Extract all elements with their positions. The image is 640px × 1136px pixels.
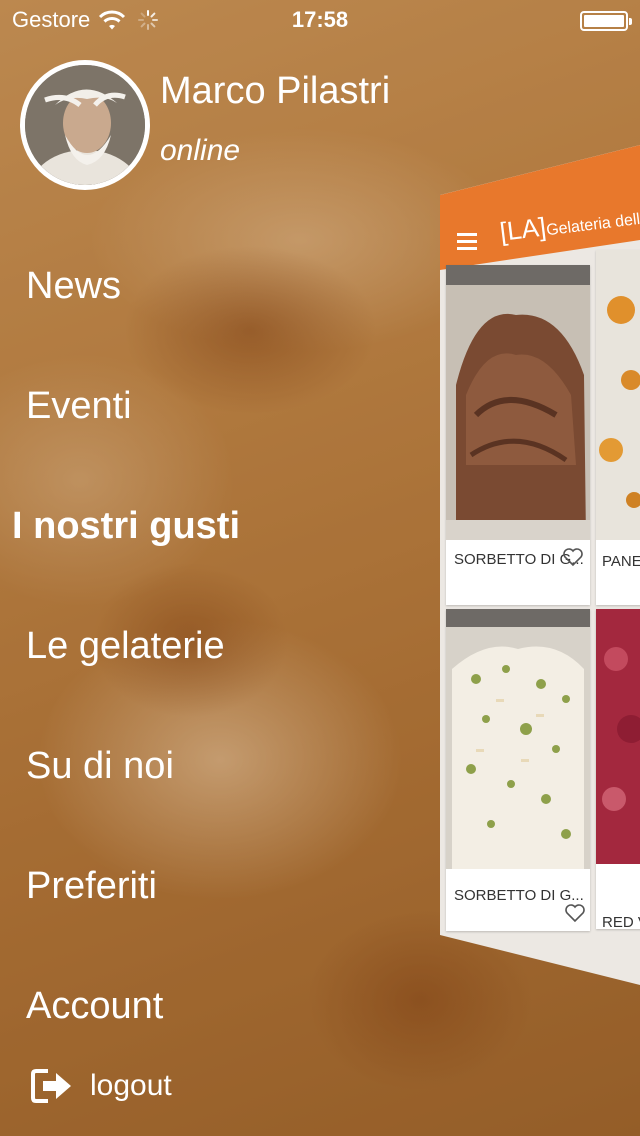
product-image (596, 250, 640, 540)
menu-item-eventi[interactable]: Eventi (0, 346, 440, 466)
menu-item-news[interactable]: News (0, 226, 440, 346)
product-card[interactable]: RED V (596, 609, 640, 929)
status-carrier-group: Gestore (12, 7, 159, 33)
avatar-image (25, 65, 145, 185)
app-preview-panel[interactable]: [LA]Gelateria della M SORBETTO DI G... P… (440, 145, 640, 985)
logout-label: logout (90, 1069, 172, 1102)
profile-name: Marco Pilastri (160, 70, 391, 112)
battery-icon (580, 11, 632, 31)
logout-icon (31, 1069, 71, 1103)
menu-item-su-di-noi[interactable]: Su di noi (0, 706, 440, 826)
product-card[interactable]: PANE I (596, 250, 640, 605)
avatar[interactable] (20, 60, 150, 190)
heart-icon[interactable] (562, 547, 584, 567)
product-card[interactable]: SORBETTO DI G... (446, 609, 590, 931)
hamburger-icon[interactable] (457, 230, 477, 254)
menu-item-i-nostri-gusti[interactable]: I nostri gusti (0, 466, 440, 586)
menu-item-account[interactable]: Account (0, 946, 440, 1066)
side-menu: News Eventi I nostri gusti Le gelaterie … (0, 226, 440, 1066)
spinner-icon (138, 10, 159, 30)
product-image (446, 609, 590, 869)
logout-button[interactable]: logout (30, 1064, 172, 1108)
menu-item-le-gelaterie[interactable]: Le gelaterie (0, 586, 440, 706)
profile-status: online (160, 134, 241, 167)
product-caption: RED V (602, 914, 640, 929)
carrier-label: Gestore (12, 7, 91, 32)
product-caption: SORBETTO DI G... (454, 887, 584, 904)
menu-item-preferiti[interactable]: Preferiti (0, 826, 440, 946)
wifi-icon (99, 10, 126, 30)
product-card[interactable]: SORBETTO DI G... (446, 265, 590, 605)
product-caption: PANE I (602, 553, 640, 570)
status-bar: Gestore 17:58 (0, 0, 640, 40)
heart-icon[interactable] (564, 903, 586, 923)
product-image (446, 265, 590, 540)
product-image (596, 609, 640, 864)
preview-title-bracket: [LA] (498, 211, 548, 247)
